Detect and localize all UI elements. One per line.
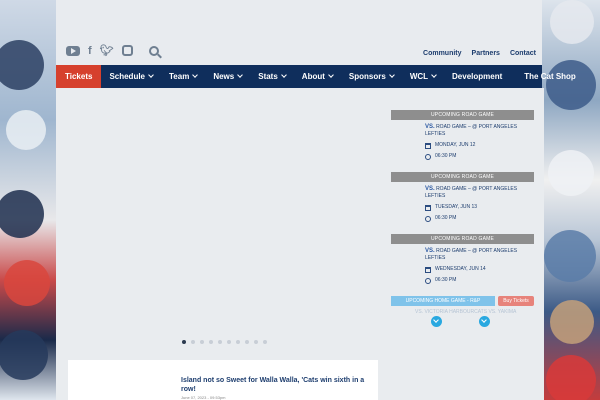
slider-dots [182,340,267,344]
community-link[interactable]: Community [423,50,462,57]
game-header: UPCOMING ROAD GAME [391,172,534,182]
chevron-down-icon [148,72,154,78]
game-card[interactable]: UPCOMING ROAD GAME VS. ROAD GAME – @ POR… [391,110,534,160]
hero-slider[interactable] [56,88,386,353]
chevron-down-icon [388,72,395,78]
home-game-label: UPCOMING HOME GAME - R&P [391,296,495,306]
nav-label: WCL [409,72,429,81]
nav-label: Stats [258,72,278,81]
nav-about[interactable]: About [294,65,341,88]
search-icon[interactable] [148,45,159,56]
nav-sponsors[interactable]: Sponsors [341,65,402,88]
chevron-down-icon [280,72,287,78]
game-card[interactable]: UPCOMING ROAD GAME VS. ROAD GAME – @ POR… [391,234,534,284]
game-body: VS. ROAD GAME – @ PORT ANGELES LEFTIES M… [391,120,534,160]
chevron-down-icon [328,72,334,78]
game-date: MONDAY, JUN 12 [435,142,476,148]
game-date: TUESDAY, JUN 13 [435,204,478,210]
nav-label: Development [452,72,503,81]
nav-label: Team [169,72,190,81]
top-links: Community Partners Contact [423,50,536,57]
clock-icon [425,215,431,222]
nav-label: Schedule [109,72,146,81]
home-game-header: UPCOMING HOME GAME - R&P Buy Tickets [391,296,534,306]
slider-dot[interactable] [182,340,186,344]
slider-dot[interactable] [254,340,258,344]
news-card[interactable]: Island not so Sweet for Walla Walla, 'Ca… [68,360,378,400]
utility-bar: f 🐦︎ Community Partners Contact [56,40,542,64]
nav-stats[interactable]: Stats [250,65,294,88]
nav-cat-shop[interactable]: The Cat Shop [510,65,584,88]
game-body: VS. ROAD GAME – @ PORT ANGELES LEFTIES T… [391,182,534,222]
chevron-down-icon [192,72,199,78]
slider-dot[interactable] [191,340,195,344]
nav-wcl[interactable]: WCL [402,65,444,88]
game-card[interactable]: UPCOMING ROAD GAME VS. ROAD GAME – @ POR… [391,172,534,222]
nav-team[interactable]: Team [161,65,205,88]
nav-label: About [301,72,325,81]
news-date: June 07, 2023 - 09:53pm [181,395,226,400]
home-game-text: VS. VICTORIA HARBOURCATS VS. YAKIMA [415,309,517,315]
twitter-icon[interactable]: 🐦︎ [100,44,114,57]
vs-label: VS. [425,186,435,192]
game-time: 06:30 PM [435,277,457,283]
left-player-collage [0,0,56,400]
nav-label: The Cat Shop [524,72,576,81]
nav-schedule[interactable]: Schedule [101,65,161,88]
vs-label: VS. [425,248,435,254]
game-body: VS. ROAD GAME – @ PORT ANGELES LEFTIES W… [391,244,534,284]
right-player-collage [542,0,600,400]
calendar-icon [425,266,431,273]
youtube-icon[interactable] [66,45,80,56]
facebook-icon[interactable]: f [88,45,92,57]
contact-link[interactable]: Contact [510,50,536,57]
news-title[interactable]: Island not so Sweet for Walla Walla, 'Ca… [181,376,371,394]
slider-dot[interactable] [218,340,222,344]
nav-label: News [213,72,235,81]
chevron-down-icon[interactable] [479,316,490,327]
chevron-down-icon[interactable] [431,316,442,327]
slider-dot[interactable] [209,340,213,344]
game-header: UPCOMING ROAD GAME [391,234,534,244]
instagram-icon[interactable] [121,45,133,56]
game-time: 06:30 PM [435,153,457,159]
nav-development[interactable]: Development [444,65,510,88]
main-content: UPCOMING ROAD GAME VS. ROAD GAME – @ POR… [56,88,544,400]
game-date: WEDNESDAY, JUN 14 [435,266,486,272]
opponent: ROAD GAME – @ PORT ANGELES LEFTIES [425,186,518,199]
nav-label: Sponsors [348,72,386,81]
game-time: 06:30 PM [435,215,457,221]
chevron-down-icon [431,72,437,78]
slider-dot[interactable] [245,340,249,344]
partners-link[interactable]: Partners [472,50,500,57]
calendar-icon [425,204,431,211]
nav-news[interactable]: News [205,65,250,88]
calendar-icon [425,142,431,149]
upcoming-games: UPCOMING ROAD GAME VS. ROAD GAME – @ POR… [391,110,534,327]
slider-dot[interactable] [236,340,240,344]
chevron-down-icon [237,72,244,78]
slider-dot[interactable] [227,340,231,344]
game-header: UPCOMING ROAD GAME [391,110,534,120]
slider-dot[interactable] [263,340,267,344]
home-game-card[interactable]: UPCOMING HOME GAME - R&P Buy Tickets VS.… [391,296,534,327]
social-links: f 🐦︎ [66,44,159,57]
buy-tickets-button[interactable]: Buy Tickets [498,296,534,306]
main-nav: Tickets Schedule Team News Stats About S… [56,65,576,88]
vs-label: VS. [425,124,435,130]
clock-icon [425,277,431,284]
opponent: ROAD GAME – @ PORT ANGELES LEFTIES [425,124,518,137]
nav-tickets[interactable]: Tickets [56,65,102,88]
opponent: ROAD GAME – @ PORT ANGELES LEFTIES [425,248,518,261]
slider-dot[interactable] [200,340,204,344]
clock-icon [425,153,431,160]
